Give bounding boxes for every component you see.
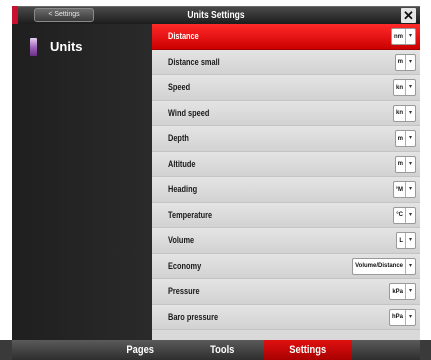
dropdown-value: m [397, 161, 403, 167]
tab-pages[interactable]: Pages [100, 340, 180, 360]
setting-label: Depth [168, 133, 189, 143]
bottom-bar: Pages Tools Settings [0, 340, 431, 360]
speed-unit-dropdown[interactable]: kn ▾ [392, 79, 416, 96]
setting-label: Economy [168, 260, 202, 271]
setting-row-altitude[interactable]: Altitude m ▾ [152, 151, 420, 177]
setting-row-temperature[interactable]: Temperature °C ▾ [152, 202, 420, 228]
dropdown-value: m [397, 59, 403, 65]
setting-row-volume[interactable]: Volume L ▾ [152, 228, 420, 254]
chevron-down-icon: ▾ [405, 105, 415, 121]
volume-unit-dropdown[interactable]: L ▾ [396, 232, 416, 249]
setting-label: Speed [168, 82, 191, 92]
bottom-tab-strip: Pages Tools Settings [12, 340, 420, 360]
tab-label: Settings [289, 344, 327, 356]
economy-unit-dropdown[interactable]: Volume/Distance ▾ [352, 257, 416, 275]
chevron-down-icon: ▾ [405, 54, 415, 70]
title-bar: Units Settings < Settings ✕ [12, 6, 420, 24]
dropdown-value: m [397, 135, 403, 142]
setting-label: Pressure [168, 286, 200, 296]
setting-label: Distance [168, 31, 199, 41]
tab-tools[interactable]: Tools [182, 340, 262, 360]
chevron-down-icon: ▾ [405, 182, 415, 197]
title-accent-bar [12, 6, 18, 24]
tab-label: Tools [209, 344, 235, 356]
back-to-settings-button[interactable]: < Settings [34, 8, 94, 22]
dropdown-value: Volume/Distance [355, 263, 403, 269]
chevron-down-icon: ▾ [405, 80, 415, 95]
baro-pressure-unit-dropdown[interactable]: hPa ▾ [388, 308, 416, 326]
close-icon[interactable]: ✕ [401, 8, 416, 23]
chevron-down-icon: ▾ [405, 207, 415, 223]
setting-row-distance[interactable]: Distance nm ▾ [152, 24, 420, 50]
chevron-down-icon: ▾ [405, 131, 415, 146]
setting-row-economy[interactable]: Economy Volume/Distance ▾ [152, 253, 420, 279]
setting-label: Baro pressure [168, 311, 219, 322]
distance-small-unit-dropdown[interactable]: m ▾ [394, 53, 416, 71]
setting-label: Distance small [168, 56, 220, 67]
sidebar-item-units[interactable]: Units [12, 36, 152, 58]
setting-label: Volume [168, 235, 195, 245]
settings-list: Distance nm ▾ Distance small m ▾ Speed k… [152, 24, 420, 340]
setting-label: Heading [168, 184, 198, 194]
temperature-unit-dropdown[interactable]: °C ▾ [393, 206, 416, 224]
setting-row-heading[interactable]: Heading °M ▾ [152, 177, 420, 203]
dropdown-value: kPa [392, 288, 403, 295]
chevron-down-icon: ▾ [405, 284, 415, 299]
dropdown-value: nm [394, 33, 403, 40]
dropdown-value: °M [395, 186, 403, 193]
dropdown-value: L [399, 237, 403, 244]
chevron-down-icon: ▾ [405, 309, 415, 325]
chevron-down-icon: ▾ [405, 258, 415, 274]
setting-row-baro-pressure[interactable]: Baro pressure hPa ▾ [152, 304, 420, 330]
chevron-down-icon: ▾ [405, 156, 415, 172]
window-title: Units Settings [187, 10, 245, 21]
setting-label: Temperature [168, 209, 213, 220]
units-icon [30, 38, 37, 56]
dropdown-value: kn [395, 110, 403, 116]
setting-row-depth[interactable]: Depth m ▾ [152, 126, 420, 152]
dropdown-value: °C [396, 212, 403, 218]
setting-row-pressure[interactable]: Pressure kPa ▾ [152, 279, 420, 305]
wind-speed-unit-dropdown[interactable]: kn ▾ [392, 104, 416, 122]
distance-unit-dropdown[interactable]: nm ▾ [391, 28, 416, 45]
sidebar: Units [12, 24, 152, 340]
units-settings-window: Units Settings < Settings ✕ Units Distan… [0, 0, 431, 360]
heading-unit-dropdown[interactable]: °M ▾ [392, 181, 416, 198]
setting-row-speed[interactable]: Speed kn ▾ [152, 75, 420, 101]
setting-label: Wind speed [168, 107, 210, 118]
depth-unit-dropdown[interactable]: m ▾ [394, 130, 416, 147]
altitude-unit-dropdown[interactable]: m ▾ [394, 155, 416, 173]
dropdown-value: hPa [391, 314, 403, 320]
chevron-down-icon: ▾ [405, 233, 415, 248]
tab-label: Pages [126, 344, 154, 356]
setting-row-distance-small[interactable]: Distance small m ▾ [152, 49, 420, 75]
sidebar-item-label: Units [50, 39, 83, 54]
dropdown-value: kn [395, 84, 403, 91]
tab-settings[interactable]: Settings [264, 340, 352, 360]
pressure-unit-dropdown[interactable]: kPa ▾ [389, 283, 416, 300]
chevron-down-icon: ▾ [405, 29, 415, 44]
setting-row-wind-speed[interactable]: Wind speed kn ▾ [152, 100, 420, 126]
setting-label: Altitude [168, 158, 196, 169]
